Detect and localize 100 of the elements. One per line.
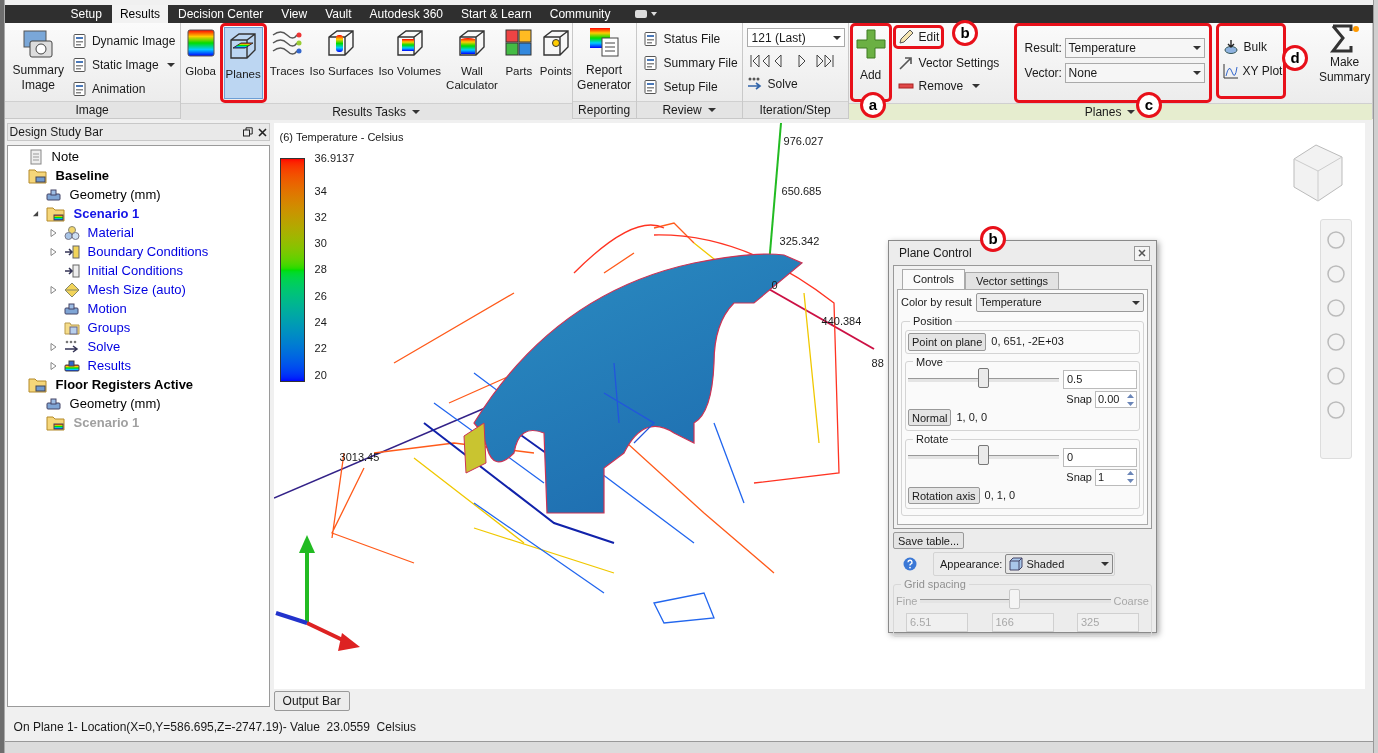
spinner-arrows-icon[interactable]	[1125, 391, 1136, 408]
results-task-button[interactable]: Wall Calculator	[444, 24, 500, 96]
arrow-dots-icon	[746, 76, 763, 92]
sigma-icon	[1328, 23, 1361, 55]
review-file-button[interactable]: Summary File	[642, 53, 736, 73]
dialog-title: Plane Control	[899, 245, 972, 262]
caret-icon	[166, 61, 175, 69]
point-on-plane-button[interactable]: Point on plane	[908, 332, 987, 351]
tree-item[interactable]: Boundary Conditions	[87, 241, 209, 262]
tree-item[interactable]: Initial Conditions	[87, 260, 183, 281]
tree-item[interactable]: Groups	[87, 317, 131, 338]
slider-thumb[interactable]	[977, 367, 989, 388]
collapsed-triangle-icon[interactable]	[50, 285, 58, 294]
collapsed-triangle-icon[interactable]	[50, 342, 58, 351]
tree-item[interactable]: Geometry (mm)	[69, 184, 161, 205]
close-button[interactable]	[1134, 245, 1150, 261]
ribbon-tab[interactable]: View	[273, 5, 316, 23]
image-menu-button[interactable]: Static Image	[71, 55, 176, 75]
snap-field[interactable]: 0.00	[1095, 391, 1137, 408]
ribbon-tab[interactable]: Setup	[62, 5, 110, 23]
report-generator-button[interactable]: Report Generator	[576, 26, 632, 93]
value-field[interactable]: 0	[1063, 447, 1137, 467]
image-menu-button[interactable]: Dynamic Image	[71, 31, 176, 51]
ribbon-tab[interactable]: Decision Center	[169, 5, 272, 23]
tree-item[interactable]: Mesh Size (auto)	[87, 279, 186, 300]
tree-item[interactable]: Floor Registers Active	[55, 374, 194, 395]
colored-part-icon	[63, 357, 80, 374]
results-task-button[interactable]: Globa	[182, 24, 219, 96]
legend-max-value: 36.9137	[314, 150, 355, 166]
dialog-tab[interactable]: Controls	[902, 269, 965, 289]
tree-item[interactable]: Baseline	[55, 165, 110, 186]
vector-label: Vector:	[1024, 65, 1061, 82]
normal-button[interactable]: Normal	[908, 409, 952, 426]
ribbon-tab[interactable]: Results	[111, 5, 168, 23]
arrow-wall-icon	[63, 243, 80, 260]
tree-item[interactable]: Note	[51, 146, 80, 167]
vector-settings-button[interactable]: Vector Settings	[897, 53, 1000, 73]
collapsed-triangle-icon[interactable]	[50, 228, 58, 237]
color-by-dropdown[interactable]: Temperature	[975, 293, 1144, 312]
output-bar-button[interactable]: Output Bar	[273, 691, 350, 711]
snap-field[interactable]: 1	[1095, 468, 1137, 486]
ribbon-tab[interactable]: Community	[541, 5, 619, 23]
vector-dropdown[interactable]: None	[1064, 63, 1205, 83]
results-task-button[interactable]: Traces	[267, 24, 307, 96]
tree-item[interactable]: Results	[87, 355, 131, 376]
axis-value-label: 976.027	[783, 134, 824, 149]
arrow-wall-icon	[63, 262, 80, 279]
axis-value-label: 650.685	[781, 184, 822, 199]
tree-item[interactable]: Material	[87, 222, 134, 243]
summary-image-button[interactable]: Summary Image	[12, 27, 64, 93]
results-task-button[interactable]: Parts	[500, 24, 537, 96]
xy-plot-button[interactable]: XY Plot	[1222, 62, 1283, 80]
save-table-button[interactable]: Save table...	[893, 531, 965, 549]
tree-item[interactable]: Solve	[87, 336, 121, 357]
tree-item[interactable]: Motion	[87, 298, 127, 319]
group-label-bar[interactable]: Review	[636, 101, 742, 118]
results-task-button[interactable]: Points	[537, 24, 574, 96]
restore-window-icon[interactable]	[242, 127, 253, 137]
image-menu-button[interactable]: Animation	[71, 79, 176, 99]
account-icon[interactable]	[634, 8, 659, 20]
make-summary-button[interactable]: Make Summary	[1317, 23, 1372, 85]
legend-tick-label: 28	[314, 262, 327, 278]
results-task-button[interactable]: Iso Volumes	[376, 24, 444, 96]
ribbon-tab[interactable]: Autodesk 360	[361, 5, 451, 23]
review-file-button[interactable]: Status File	[642, 29, 736, 49]
results-task-button[interactable]: Planes	[223, 27, 263, 99]
close-icon[interactable]	[257, 127, 267, 137]
fine-label: Fine	[896, 593, 918, 609]
slider-thumb[interactable]	[977, 445, 989, 465]
remove-button[interactable]: Remove	[897, 77, 981, 95]
help-icon[interactable]	[903, 557, 917, 571]
edit-button[interactable]: Edit	[897, 28, 940, 46]
step-dropdown[interactable]: 121 (Last)	[746, 28, 845, 47]
review-file-button[interactable]: Setup File	[642, 77, 736, 97]
file-icon	[642, 55, 659, 71]
dialog-tab[interactable]: Vector settings	[964, 272, 1060, 289]
tree-item[interactable]: Scenario 1	[73, 203, 140, 224]
caret-icon	[832, 33, 841, 42]
report-icon	[588, 26, 621, 58]
legend-title: (6) Temperature - Celsius	[279, 130, 404, 145]
tree-item[interactable]: Geometry (mm)	[69, 393, 161, 414]
spinner-arrows-icon[interactable]	[1125, 469, 1136, 485]
ribbon-tab[interactable]: Vault	[317, 5, 360, 23]
rotation-axis-button[interactable]: Rotation axis	[908, 486, 980, 504]
collapsed-triangle-icon[interactable]	[50, 361, 58, 370]
appearance-dropdown[interactable]: Shaded	[1005, 554, 1114, 574]
move-label: Move	[915, 354, 944, 370]
collapsed-triangle-icon[interactable]	[50, 247, 58, 256]
caret-icon	[1101, 560, 1110, 568]
value-field[interactable]: 0.5	[1063, 370, 1137, 389]
color-by-label: Color by result	[901, 295, 972, 311]
results-task-button[interactable]: Iso Surfaces	[307, 24, 376, 96]
group-label-bar[interactable]: Results Tasks	[180, 103, 572, 120]
solve-button[interactable]: Solve	[746, 75, 845, 93]
legend-tick-label: 34	[314, 183, 327, 199]
bulk-button[interactable]: Bulk	[1222, 38, 1267, 56]
add-plane-button[interactable]: Add	[854, 26, 887, 84]
expanded-triangle-icon[interactable]	[32, 210, 40, 217]
ribbon-tab[interactable]: Start & Learn	[453, 5, 540, 23]
result-dropdown[interactable]: Temperature	[1064, 38, 1205, 58]
